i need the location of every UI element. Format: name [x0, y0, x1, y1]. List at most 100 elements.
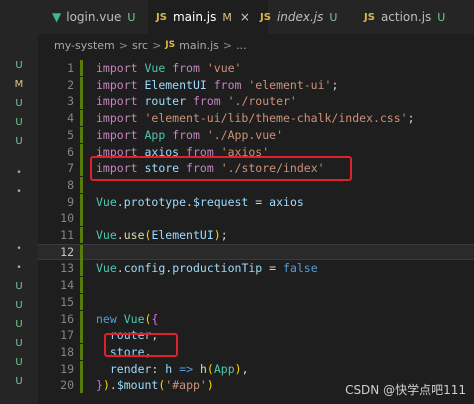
- annotation-highlight-box: [90, 156, 352, 182]
- code-line[interactable]: 2 import ElementUI from 'element-ui';: [38, 76, 474, 93]
- git-change-marker: [80, 143, 83, 160]
- js-file-icon: JS: [364, 11, 375, 23]
- code-line[interactable]: 19 render: h => h(App),: [38, 360, 474, 377]
- chevron-right-icon: >: [222, 38, 233, 52]
- git-change-marker: [80, 277, 83, 294]
- git-change-marker: [80, 93, 83, 110]
- annotation-highlight-box: [104, 333, 178, 358]
- line-number: 8: [67, 177, 74, 192]
- git-badge: M: [222, 10, 232, 24]
- code-line[interactable]: 3 import router from './router': [38, 93, 474, 110]
- vue-logo-icon: ▼: [52, 10, 62, 24]
- git-change-marker: [80, 210, 83, 227]
- code-line[interactable]: 12: [38, 243, 474, 261]
- tab-main-js[interactable]: JS main.js M ×: [148, 0, 268, 34]
- code-line[interactable]: 16 new Vue({: [38, 310, 474, 327]
- git-change-marker: [80, 60, 83, 76]
- breadcrumb-item[interactable]: src: [132, 39, 148, 52]
- git-status-modified: M: [14, 79, 24, 90]
- editor-tab-bar: ▼ login.vue U JS main.js M × JS index.js…: [38, 0, 474, 34]
- breadcrumb: my-system > src > JS main.js > ...: [38, 34, 474, 56]
- code-text: Vue.prototype.$request = axios: [96, 194, 304, 209]
- tab-login-vue[interactable]: ▼ login.vue U: [46, 0, 146, 34]
- code-text: render: h => h(App),: [109, 361, 249, 376]
- git-change-marker: [80, 377, 83, 394]
- git-badge: U: [329, 10, 338, 24]
- git-status-untracked: U: [15, 300, 23, 311]
- git-status-untracked: U: [15, 338, 23, 349]
- line-number: 5: [67, 127, 74, 142]
- code-line[interactable]: 5 import App from './App.vue': [38, 126, 474, 143]
- git-status-dot: •: [16, 244, 22, 254]
- code-text: import ElementUI from 'element-ui';: [96, 77, 339, 92]
- line-number: 10: [60, 211, 74, 226]
- git-status-untracked: U: [15, 376, 23, 387]
- line-number: 18: [60, 344, 74, 359]
- chevron-right-icon: >: [152, 38, 162, 52]
- code-text: import 'element-ui/lib/theme-chalk/index…: [96, 111, 415, 126]
- close-icon[interactable]: ×: [240, 10, 250, 24]
- line-number: 9: [67, 194, 74, 209]
- js-file-icon: JS: [260, 11, 271, 23]
- code-text: import router from './router': [96, 94, 297, 109]
- tab-label: login.vue: [66, 10, 122, 24]
- git-status-untracked: U: [15, 98, 23, 109]
- git-change-marker: [80, 293, 83, 310]
- code-line[interactable]: 11 Vue.use(ElementUI);: [38, 227, 474, 243]
- breadcrumb-item[interactable]: main.js: [179, 39, 219, 52]
- line-number: 3: [67, 94, 74, 109]
- code-line[interactable]: 15: [38, 293, 474, 310]
- git-status-dot: •: [16, 187, 22, 197]
- breadcrumb-item[interactable]: my-system: [54, 39, 115, 52]
- git-status-dot: •: [16, 263, 22, 273]
- line-number: 12: [60, 244, 74, 259]
- tab-index-js[interactable]: JS index.js U: [252, 0, 350, 34]
- code-text: Vue.use(ElementUI);: [96, 228, 228, 242]
- breadcrumb-item[interactable]: ...: [236, 39, 247, 52]
- git-change-marker: [80, 310, 83, 327]
- git-change-marker: [80, 260, 83, 277]
- code-line[interactable]: 9 Vue.prototype.$request = axios: [38, 193, 474, 210]
- js-file-icon: JS: [156, 11, 167, 23]
- explorer-status-gutter: U M U U U • • • • U U U U U U: [0, 0, 38, 404]
- code-text: }).$mount('#app'): [96, 378, 214, 393]
- code-line[interactable]: 13 Vue.config.productionTip = false: [38, 260, 474, 277]
- git-badge: U: [127, 10, 136, 24]
- js-file-icon: JS: [165, 40, 176, 50]
- git-change-marker: [80, 110, 83, 127]
- line-number: 20: [60, 378, 74, 393]
- code-line[interactable]: 14: [38, 277, 474, 294]
- code-line[interactable]: 1 import Vue from 'vue': [38, 60, 474, 76]
- git-status-untracked: U: [15, 357, 23, 368]
- code-line[interactable]: 10: [38, 210, 474, 227]
- line-number: 15: [60, 294, 74, 309]
- code-editor[interactable]: 1 import Vue from 'vue' 2 import ElementUI …: [38, 56, 474, 404]
- git-change-marker: [80, 176, 83, 193]
- git-badge: U: [437, 10, 446, 24]
- watermark: CSDN @快学点吧111: [345, 383, 466, 397]
- chevron-right-icon: >: [118, 38, 128, 52]
- code-text: Vue.config.productionTip = false: [96, 261, 318, 276]
- git-status-untracked: U: [15, 117, 23, 128]
- tab-label: action.js: [380, 10, 432, 24]
- line-number: 11: [60, 228, 74, 242]
- code-line[interactable]: 4 import 'element-ui/lib/theme-chalk/inde…: [38, 110, 474, 127]
- git-change-marker: [80, 160, 83, 177]
- line-number: 14: [60, 278, 74, 293]
- git-status-untracked: U: [15, 281, 23, 292]
- line-number: 2: [67, 77, 74, 92]
- git-change-marker: [80, 244, 83, 261]
- line-number: 1: [67, 61, 74, 75]
- git-change-marker: [80, 193, 83, 210]
- line-number: 4: [67, 111, 74, 126]
- git-change-marker: [80, 327, 83, 344]
- line-number: 13: [60, 261, 74, 276]
- git-status-dot: •: [16, 168, 22, 178]
- line-number: 6: [67, 144, 74, 159]
- git-change-marker: [80, 227, 83, 243]
- code-text: import Vue from 'vue': [96, 61, 242, 75]
- git-change-marker: [80, 360, 83, 377]
- git-change-marker: [80, 343, 83, 360]
- git-change-marker: [80, 126, 83, 143]
- tab-action-js[interactable]: JS action.js U: [356, 0, 466, 34]
